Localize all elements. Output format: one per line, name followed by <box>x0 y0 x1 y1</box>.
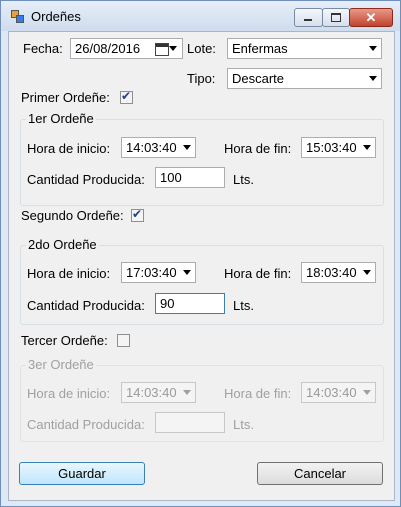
segundo-ordene-checkbox[interactable]: ✔ <box>131 207 144 222</box>
checkmark-icon: ✔ <box>132 207 143 221</box>
hora-fin-value-1: 15:03:40 <box>306 140 357 155</box>
calendar-icon[interactable] <box>155 43 169 56</box>
close-button[interactable]: ✕ <box>349 8 393 27</box>
chevron-down-icon[interactable] <box>363 390 371 395</box>
group-1er-ordene-title: 1er Ordeñe <box>26 111 96 126</box>
hora-inicio-value-1: 14:03:40 <box>126 140 177 155</box>
window-title: Ordeñes <box>31 9 81 24</box>
chevron-down-icon[interactable] <box>169 46 177 51</box>
segundo-ordene-label: Segundo Ordeñe: <box>21 208 124 223</box>
hora-inicio-picker-1[interactable]: 14:03:40 <box>121 137 196 158</box>
fecha-label: Fecha: <box>23 41 63 56</box>
hora-fin-value-3: 14:03:40 <box>306 385 357 400</box>
group-1er-ordene: 1er Ordeñe Hora de inicio: 14:03:40 Hora… <box>20 111 384 206</box>
group-3er-ordene-title: 3er Ordeñe <box>26 357 96 372</box>
close-icon: ✕ <box>365 10 377 25</box>
hora-fin-picker-3[interactable]: 14:03:40 <box>301 382 376 403</box>
chevron-down-icon[interactable] <box>369 76 377 81</box>
unit-label: Lts. <box>233 298 254 313</box>
maximize-icon <box>331 13 341 22</box>
hora-fin-label: Hora de fin: <box>224 386 292 401</box>
chevron-down-icon[interactable] <box>183 390 191 395</box>
hora-inicio-label: Hora de inicio: <box>27 266 111 281</box>
tipo-combobox[interactable]: Descarte <box>227 68 382 89</box>
app-icon <box>11 10 24 23</box>
hora-inicio-label: Hora de inicio: <box>27 141 111 156</box>
cantidad-label: Cantidad Producida: <box>27 172 145 187</box>
minimize-icon <box>304 19 312 21</box>
fecha-value: 26/08/2016 <box>75 41 141 56</box>
minimize-button[interactable] <box>294 8 323 27</box>
cantidad-value-2: 90 <box>160 296 175 311</box>
group-2do-ordene-title: 2do Ordeñe <box>26 237 99 252</box>
lote-label: Lote: <box>187 41 216 56</box>
hora-inicio-label: Hora de inicio: <box>27 386 111 401</box>
lote-value: Enfermas <box>232 41 288 56</box>
form-body: Fecha: 26/08/2016 Lote: Enfermas Tipo: D… <box>8 31 395 501</box>
primer-ordene-checkbox[interactable]: ✔ <box>120 89 133 104</box>
title-bar: Ordeñes ✕ <box>1 1 400 31</box>
save-button[interactable]: Guardar <box>19 462 145 485</box>
unit-label: Lts. <box>233 172 254 187</box>
cantidad-label: Cantidad Producida: <box>27 298 145 313</box>
hora-fin-label: Hora de fin: <box>224 141 292 156</box>
hora-inicio-value-3: 14:03:40 <box>126 385 177 400</box>
group-2do-ordene: 2do Ordeñe Hora de inicio: 17:03:40 Hora… <box>20 237 384 325</box>
chevron-down-icon[interactable] <box>369 46 377 51</box>
tipo-value: Descarte <box>232 71 285 86</box>
hora-fin-value-2: 18:03:40 <box>306 265 357 280</box>
tipo-label: Tipo: <box>187 71 216 86</box>
maximize-button[interactable] <box>322 8 350 27</box>
primer-ordene-label: Primer Ordeñe: <box>21 90 110 105</box>
cantidad-input-1[interactable]: 100 <box>155 167 225 188</box>
hora-inicio-picker-3[interactable]: 14:03:40 <box>121 382 196 403</box>
chevron-down-icon[interactable] <box>183 145 191 150</box>
tercer-ordene-checkbox[interactable] <box>117 334 130 347</box>
cantidad-input-3[interactable] <box>155 412 225 433</box>
cancel-button[interactable]: Cancelar <box>257 462 383 485</box>
hora-fin-label: Hora de fin: <box>224 266 292 281</box>
tercer-ordene-label: Tercer Ordeñe: <box>21 333 108 348</box>
group-3er-ordene: 3er Ordeñe Hora de inicio: 14:03:40 Hora… <box>20 357 384 442</box>
cantidad-input-2[interactable]: 90 <box>155 293 225 314</box>
lote-combobox[interactable]: Enfermas <box>227 38 382 59</box>
fecha-datepicker[interactable]: 26/08/2016 <box>70 38 183 59</box>
hora-inicio-picker-2[interactable]: 17:03:40 <box>121 262 196 283</box>
hora-fin-picker-1[interactable]: 15:03:40 <box>301 137 376 158</box>
chevron-down-icon[interactable] <box>363 145 371 150</box>
hora-inicio-value-2: 17:03:40 <box>126 265 177 280</box>
chevron-down-icon[interactable] <box>183 270 191 275</box>
chevron-down-icon[interactable] <box>363 270 371 275</box>
cantidad-value-1: 100 <box>160 170 182 185</box>
unit-label: Lts. <box>233 417 254 432</box>
cantidad-label: Cantidad Producida: <box>27 417 145 432</box>
hora-fin-picker-2[interactable]: 18:03:40 <box>301 262 376 283</box>
checkmark-icon: ✔ <box>121 89 132 103</box>
main-window: Ordeñes ✕ Fecha: 26/08/2016 Lote: Enferm… <box>0 0 401 507</box>
